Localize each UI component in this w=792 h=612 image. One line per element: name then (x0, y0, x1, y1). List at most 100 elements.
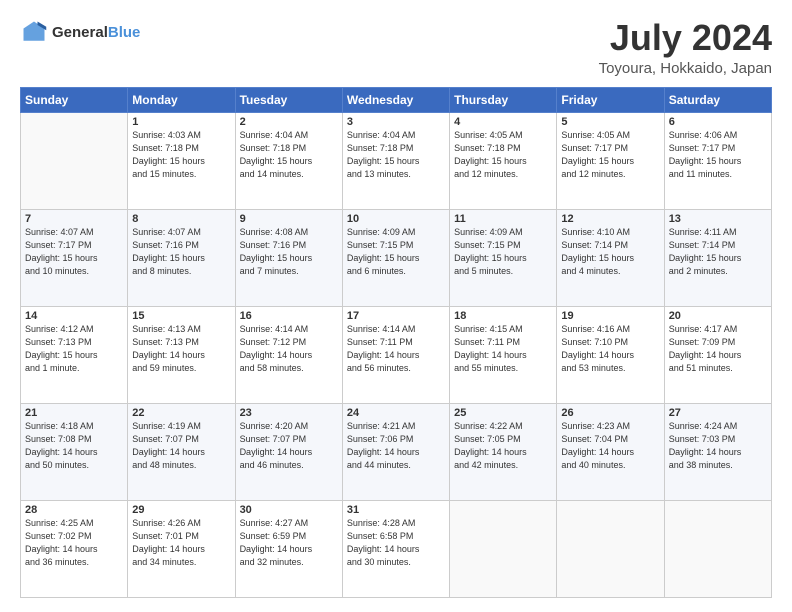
day-number: 25 (454, 407, 552, 419)
calendar-cell: 24Sunrise: 4:21 AM Sunset: 7:06 PM Dayli… (342, 403, 449, 500)
day-number: 15 (132, 310, 230, 322)
page: GeneralBlue July 2024 Toyoura, Hokkaido,… (0, 0, 792, 612)
day-info: Sunrise: 4:18 AM Sunset: 7:08 PM Dayligh… (25, 420, 123, 472)
day-info: Sunrise: 4:06 AM Sunset: 7:17 PM Dayligh… (669, 129, 767, 181)
week-row-3: 14Sunrise: 4:12 AM Sunset: 7:13 PM Dayli… (21, 306, 772, 403)
week-row-2: 7Sunrise: 4:07 AM Sunset: 7:17 PM Daylig… (21, 209, 772, 306)
day-info: Sunrise: 4:28 AM Sunset: 6:58 PM Dayligh… (347, 517, 445, 569)
day-number: 12 (561, 213, 659, 225)
calendar-cell: 6Sunrise: 4:06 AM Sunset: 7:17 PM Daylig… (664, 112, 771, 209)
day-number: 20 (669, 310, 767, 322)
day-info: Sunrise: 4:03 AM Sunset: 7:18 PM Dayligh… (132, 129, 230, 181)
calendar-cell: 9Sunrise: 4:08 AM Sunset: 7:16 PM Daylig… (235, 209, 342, 306)
main-title: July 2024 (599, 18, 772, 58)
day-number: 4 (454, 116, 552, 128)
calendar-cell: 29Sunrise: 4:26 AM Sunset: 7:01 PM Dayli… (128, 500, 235, 597)
day-number: 16 (240, 310, 338, 322)
week-row-4: 21Sunrise: 4:18 AM Sunset: 7:08 PM Dayli… (21, 403, 772, 500)
calendar-table: Sunday Monday Tuesday Wednesday Thursday… (20, 87, 772, 598)
col-monday: Monday (128, 87, 235, 112)
calendar-cell: 26Sunrise: 4:23 AM Sunset: 7:04 PM Dayli… (557, 403, 664, 500)
calendar-cell (21, 112, 128, 209)
day-number: 22 (132, 407, 230, 419)
calendar-cell: 23Sunrise: 4:20 AM Sunset: 7:07 PM Dayli… (235, 403, 342, 500)
day-number: 18 (454, 310, 552, 322)
day-number: 1 (132, 116, 230, 128)
day-number: 29 (132, 504, 230, 516)
week-row-5: 28Sunrise: 4:25 AM Sunset: 7:02 PM Dayli… (21, 500, 772, 597)
calendar-cell: 27Sunrise: 4:24 AM Sunset: 7:03 PM Dayli… (664, 403, 771, 500)
day-info: Sunrise: 4:05 AM Sunset: 7:18 PM Dayligh… (454, 129, 552, 181)
calendar-cell: 7Sunrise: 4:07 AM Sunset: 7:17 PM Daylig… (21, 209, 128, 306)
day-number: 17 (347, 310, 445, 322)
calendar-cell: 10Sunrise: 4:09 AM Sunset: 7:15 PM Dayli… (342, 209, 449, 306)
day-info: Sunrise: 4:27 AM Sunset: 6:59 PM Dayligh… (240, 517, 338, 569)
day-number: 27 (669, 407, 767, 419)
day-info: Sunrise: 4:19 AM Sunset: 7:07 PM Dayligh… (132, 420, 230, 472)
week-row-1: 1Sunrise: 4:03 AM Sunset: 7:18 PM Daylig… (21, 112, 772, 209)
day-info: Sunrise: 4:04 AM Sunset: 7:18 PM Dayligh… (347, 129, 445, 181)
day-number: 30 (240, 504, 338, 516)
calendar-cell: 1Sunrise: 4:03 AM Sunset: 7:18 PM Daylig… (128, 112, 235, 209)
col-sunday: Sunday (21, 87, 128, 112)
day-info: Sunrise: 4:22 AM Sunset: 7:05 PM Dayligh… (454, 420, 552, 472)
calendar-cell: 15Sunrise: 4:13 AM Sunset: 7:13 PM Dayli… (128, 306, 235, 403)
calendar-cell (557, 500, 664, 597)
col-friday: Friday (557, 87, 664, 112)
calendar-cell: 25Sunrise: 4:22 AM Sunset: 7:05 PM Dayli… (450, 403, 557, 500)
day-number: 19 (561, 310, 659, 322)
day-number: 9 (240, 213, 338, 225)
logo-icon (20, 18, 48, 46)
calendar-cell: 3Sunrise: 4:04 AM Sunset: 7:18 PM Daylig… (342, 112, 449, 209)
day-number: 8 (132, 213, 230, 225)
calendar-cell: 16Sunrise: 4:14 AM Sunset: 7:12 PM Dayli… (235, 306, 342, 403)
day-info: Sunrise: 4:07 AM Sunset: 7:16 PM Dayligh… (132, 226, 230, 278)
day-info: Sunrise: 4:21 AM Sunset: 7:06 PM Dayligh… (347, 420, 445, 472)
day-info: Sunrise: 4:08 AM Sunset: 7:16 PM Dayligh… (240, 226, 338, 278)
day-info: Sunrise: 4:07 AM Sunset: 7:17 PM Dayligh… (25, 226, 123, 278)
day-info: Sunrise: 4:05 AM Sunset: 7:17 PM Dayligh… (561, 129, 659, 181)
day-info: Sunrise: 4:20 AM Sunset: 7:07 PM Dayligh… (240, 420, 338, 472)
day-number: 31 (347, 504, 445, 516)
day-info: Sunrise: 4:12 AM Sunset: 7:13 PM Dayligh… (25, 323, 123, 375)
day-info: Sunrise: 4:14 AM Sunset: 7:12 PM Dayligh… (240, 323, 338, 375)
calendar-cell: 30Sunrise: 4:27 AM Sunset: 6:59 PM Dayli… (235, 500, 342, 597)
day-info: Sunrise: 4:25 AM Sunset: 7:02 PM Dayligh… (25, 517, 123, 569)
calendar-cell (450, 500, 557, 597)
day-number: 11 (454, 213, 552, 225)
calendar-cell: 2Sunrise: 4:04 AM Sunset: 7:18 PM Daylig… (235, 112, 342, 209)
calendar-cell: 11Sunrise: 4:09 AM Sunset: 7:15 PM Dayli… (450, 209, 557, 306)
calendar-cell: 13Sunrise: 4:11 AM Sunset: 7:14 PM Dayli… (664, 209, 771, 306)
day-info: Sunrise: 4:24 AM Sunset: 7:03 PM Dayligh… (669, 420, 767, 472)
day-info: Sunrise: 4:09 AM Sunset: 7:15 PM Dayligh… (347, 226, 445, 278)
calendar-cell (664, 500, 771, 597)
calendar-cell: 4Sunrise: 4:05 AM Sunset: 7:18 PM Daylig… (450, 112, 557, 209)
calendar-cell: 5Sunrise: 4:05 AM Sunset: 7:17 PM Daylig… (557, 112, 664, 209)
logo-text: GeneralBlue (52, 24, 140, 41)
col-thursday: Thursday (450, 87, 557, 112)
day-number: 26 (561, 407, 659, 419)
header: GeneralBlue July 2024 Toyoura, Hokkaido,… (20, 18, 772, 77)
day-number: 28 (25, 504, 123, 516)
day-info: Sunrise: 4:15 AM Sunset: 7:11 PM Dayligh… (454, 323, 552, 375)
day-number: 5 (561, 116, 659, 128)
subtitle: Toyoura, Hokkaido, Japan (599, 60, 772, 77)
col-tuesday: Tuesday (235, 87, 342, 112)
logo: GeneralBlue (20, 18, 140, 46)
day-number: 13 (669, 213, 767, 225)
calendar-cell: 14Sunrise: 4:12 AM Sunset: 7:13 PM Dayli… (21, 306, 128, 403)
day-number: 10 (347, 213, 445, 225)
calendar-cell: 21Sunrise: 4:18 AM Sunset: 7:08 PM Dayli… (21, 403, 128, 500)
day-info: Sunrise: 4:09 AM Sunset: 7:15 PM Dayligh… (454, 226, 552, 278)
calendar-cell: 28Sunrise: 4:25 AM Sunset: 7:02 PM Dayli… (21, 500, 128, 597)
calendar-cell: 22Sunrise: 4:19 AM Sunset: 7:07 PM Dayli… (128, 403, 235, 500)
day-info: Sunrise: 4:10 AM Sunset: 7:14 PM Dayligh… (561, 226, 659, 278)
calendar-cell: 20Sunrise: 4:17 AM Sunset: 7:09 PM Dayli… (664, 306, 771, 403)
day-number: 23 (240, 407, 338, 419)
day-number: 14 (25, 310, 123, 322)
day-info: Sunrise: 4:13 AM Sunset: 7:13 PM Dayligh… (132, 323, 230, 375)
calendar-cell: 17Sunrise: 4:14 AM Sunset: 7:11 PM Dayli… (342, 306, 449, 403)
day-number: 6 (669, 116, 767, 128)
day-number: 7 (25, 213, 123, 225)
col-wednesday: Wednesday (342, 87, 449, 112)
